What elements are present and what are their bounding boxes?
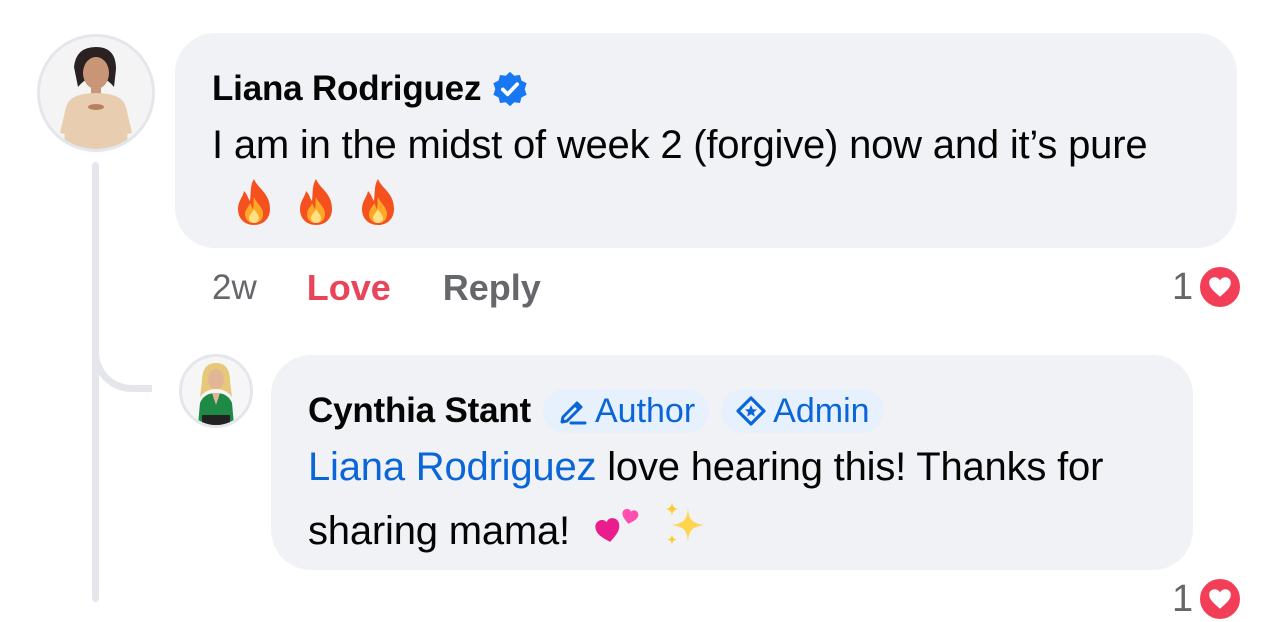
admin-badge-label: Admin bbox=[773, 391, 870, 430]
admin-badge: Admin bbox=[721, 389, 884, 433]
reply-text: Liana Rodriguez love hearing this! Thank… bbox=[308, 437, 1157, 562]
reply-reactions[interactable]: 1 bbox=[1172, 576, 1244, 622]
avatar-liana[interactable] bbox=[37, 34, 155, 152]
two-hearts-emoji-icon bbox=[592, 498, 646, 552]
pencil-icon bbox=[560, 401, 587, 425]
thread-line bbox=[92, 162, 99, 602]
reply-author-name[interactable]: Cynthia Stant bbox=[308, 391, 531, 431]
fire-emoji-icon bbox=[230, 177, 278, 227]
shield-star-icon bbox=[736, 396, 766, 426]
author-badge-label: Author bbox=[594, 391, 696, 430]
thread-connector bbox=[92, 300, 152, 392]
verified-badge-icon bbox=[491, 70, 529, 108]
reply-button[interactable]: Reply bbox=[443, 267, 541, 309]
love-button[interactable]: Love bbox=[307, 267, 391, 309]
comment-body: I am in the midst of week 2 (forgive) no… bbox=[212, 123, 1148, 167]
author-badge: Author bbox=[542, 389, 710, 433]
heart-reaction-icon bbox=[1197, 264, 1244, 310]
reaction-count: 1 bbox=[1172, 265, 1194, 308]
fire-emoji-icon bbox=[354, 177, 402, 227]
comment-actions: 2w Love Reply bbox=[212, 262, 541, 314]
comment-reactions[interactable]: 1 bbox=[1172, 264, 1244, 310]
reply-bubble: Cynthia Stant Author Admin Liana Rodrigu… bbox=[271, 355, 1193, 570]
sparkles-emoji-icon bbox=[658, 498, 712, 552]
comment-bubble: Liana Rodriguez I am in the midst of wee… bbox=[175, 33, 1237, 248]
avatar-cynthia[interactable] bbox=[179, 354, 253, 428]
comment-timestamp[interactable]: 2w bbox=[212, 268, 257, 308]
reply-reaction-count: 1 bbox=[1172, 577, 1194, 620]
comment-text: I am in the midst of week 2 (forgive) no… bbox=[212, 115, 1199, 237]
comment-author-name[interactable]: Liana Rodriguez bbox=[212, 69, 481, 109]
fire-emoji-icon bbox=[292, 177, 340, 227]
heart-reaction-icon bbox=[1197, 576, 1244, 622]
mention-link[interactable]: Liana Rodriguez bbox=[308, 445, 597, 489]
